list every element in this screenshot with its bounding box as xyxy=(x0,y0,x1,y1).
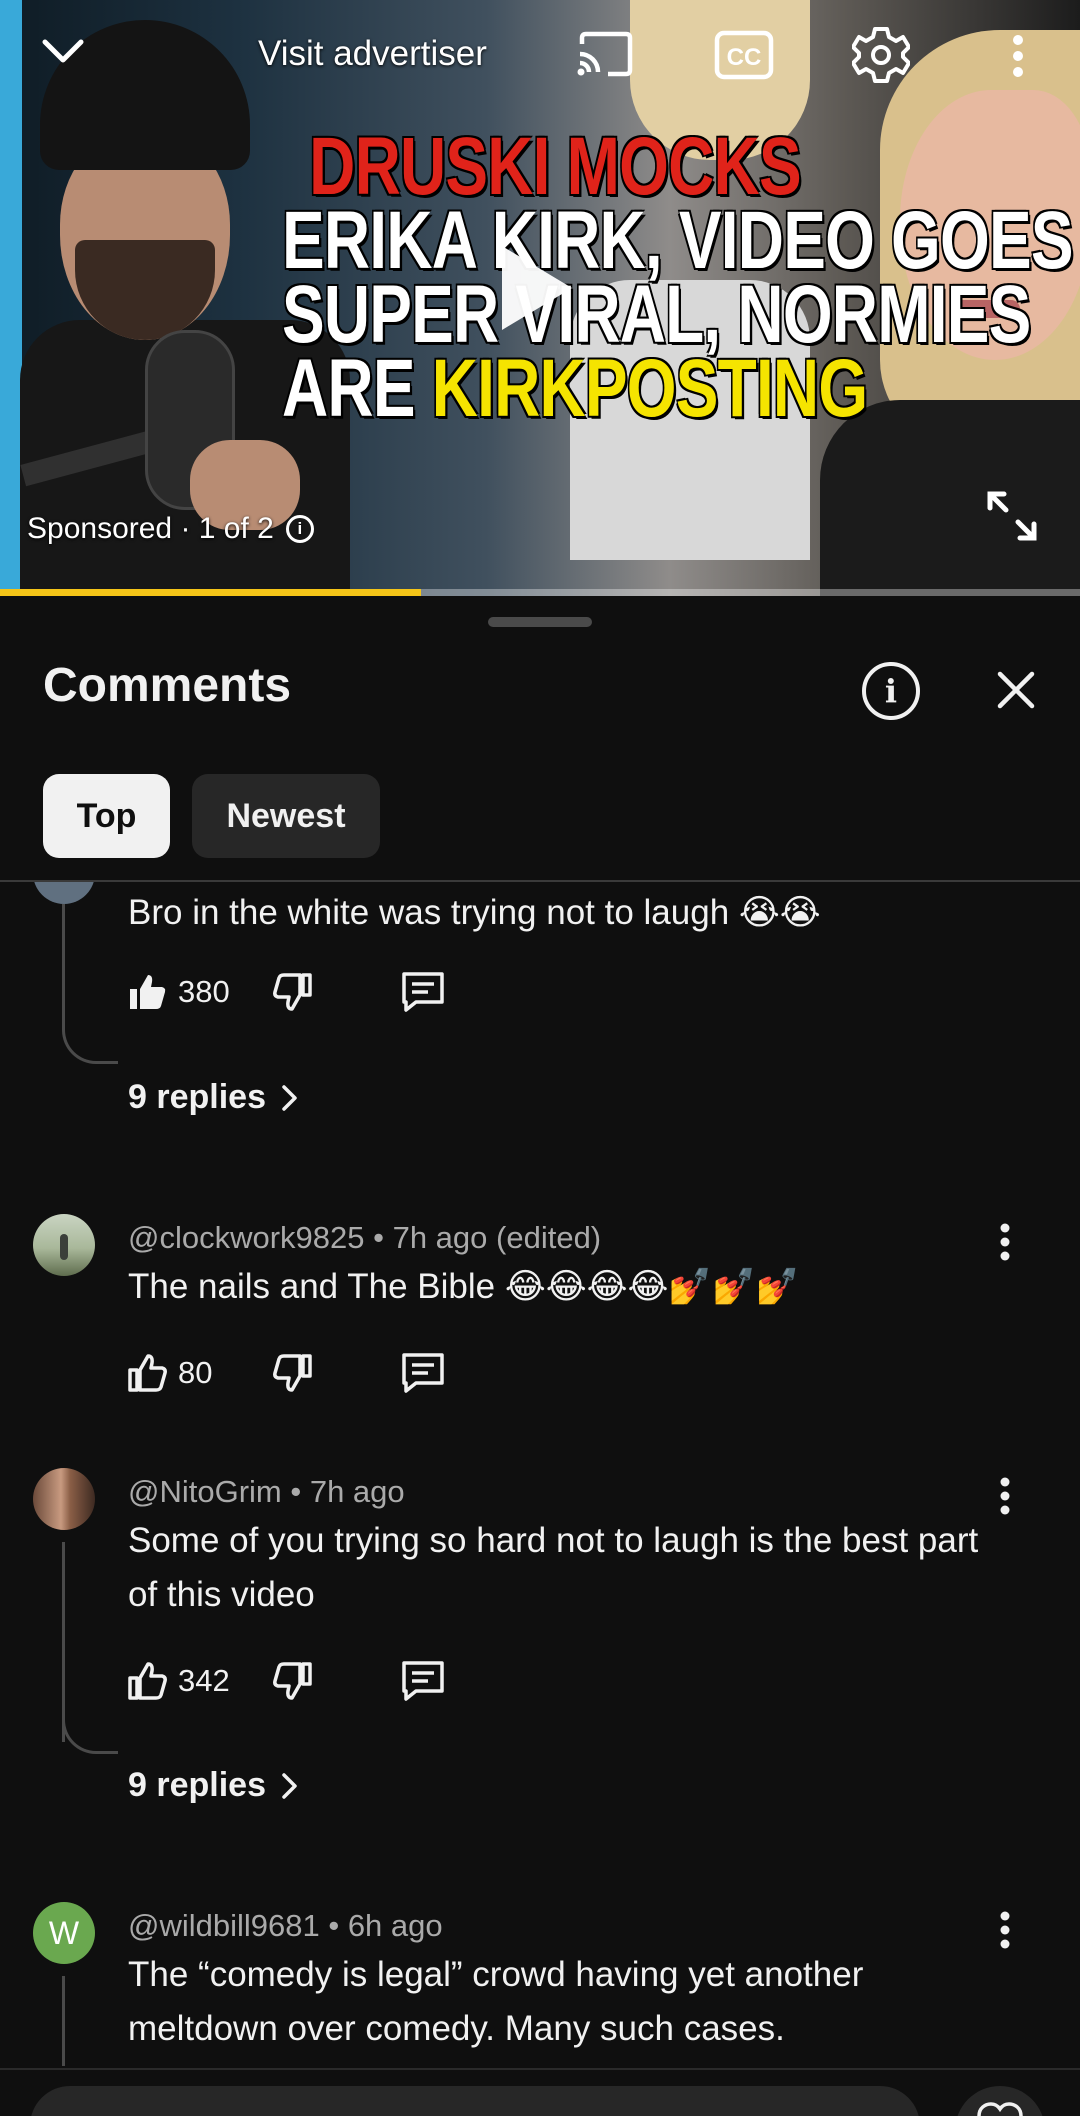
thumbs-up-icon xyxy=(128,1662,167,1700)
comment-actions: 342 xyxy=(126,1656,446,1706)
reply-button[interactable] xyxy=(400,970,446,1014)
like-button[interactable]: 342 xyxy=(126,1660,272,1702)
comment-meta: @wildbill9681 • 6h ago xyxy=(128,1908,443,1943)
headline-highlight: KIRKPOSTING xyxy=(431,343,868,434)
view-replies-button[interactable]: 9 replies xyxy=(128,1766,300,1805)
like-button[interactable]: 80 xyxy=(126,1352,272,1394)
comment-more-icon[interactable] xyxy=(998,1910,1034,1960)
dislike-button[interactable] xyxy=(272,971,400,1013)
chevron-down-icon[interactable] xyxy=(38,26,88,76)
drag-handle[interactable] xyxy=(488,617,592,627)
dislike-button[interactable] xyxy=(272,1352,400,1394)
thumbs-up-filled-icon xyxy=(130,975,166,1009)
ad-info-icon[interactable]: i xyxy=(285,515,314,543)
comment-text: Some of you trying so hard not to laugh … xyxy=(128,1521,979,1614)
headline-line-1: DRUSKI MOCKS xyxy=(309,121,801,212)
headline-line-4-prefix: ARE xyxy=(282,343,432,434)
comment-meta: @NitoGrim • 7h ago xyxy=(128,1474,405,1509)
avatar[interactable] xyxy=(33,1468,95,1530)
headline-line-4: ARE KIRKPOSTING xyxy=(282,348,868,430)
play-icon[interactable] xyxy=(502,246,572,330)
video-progress-bar[interactable] xyxy=(0,589,1080,596)
comment-text: The nails and The Bible 😂😂😂😂💅💅💅 xyxy=(128,1267,800,1306)
comment-text: Bro in the white was trying not to laugh… xyxy=(128,893,821,932)
cast-icon[interactable] xyxy=(572,28,636,80)
reply-icon xyxy=(402,1353,444,1393)
comment-more-icon[interactable] xyxy=(998,1222,1034,1272)
tab-newest[interactable]: Newest xyxy=(192,774,380,858)
fullscreen-icon[interactable] xyxy=(984,488,1040,544)
info-icon[interactable]: i xyxy=(862,662,920,720)
replies-count: 9 replies xyxy=(128,1078,266,1116)
thumbs-down-icon xyxy=(273,1354,312,1392)
comment-text: The “comedy is legal” crowd having yet a… xyxy=(128,1955,864,2048)
reply-icon xyxy=(402,972,444,1012)
add-comment-input[interactable] xyxy=(30,2086,920,2116)
chevron-right-icon xyxy=(282,1084,297,1111)
divider xyxy=(0,2068,1080,2070)
gear-icon[interactable] xyxy=(850,24,912,86)
like-count: 380 xyxy=(178,974,230,1009)
sponsored-text: Sponsored · 1 of 2 xyxy=(27,512,274,545)
comments-list[interactable]: Bro in the white was trying not to laugh… xyxy=(0,882,1080,2066)
thumbs-up-icon xyxy=(128,1354,167,1392)
like-button[interactable]: 380 xyxy=(126,971,272,1013)
avatar[interactable] xyxy=(33,882,95,904)
close-icon[interactable] xyxy=(990,664,1042,716)
thumbs-down-icon xyxy=(273,973,312,1011)
thread-connector xyxy=(62,1712,118,1754)
replies-count: 9 replies xyxy=(128,1766,266,1804)
thumbs-down-icon xyxy=(273,1662,312,1700)
avatar[interactable] xyxy=(33,1214,95,1276)
reply-icon xyxy=(402,1661,444,1701)
avatar[interactable]: W xyxy=(33,1902,95,1964)
thread-connector xyxy=(62,982,118,1064)
more-vert-icon[interactable] xyxy=(998,28,1038,84)
comment-actions: 80 xyxy=(126,1348,446,1398)
video-player[interactable]: DRUSKI MOCKS ERIKA KIRK, VIDEO GOES SUPE… xyxy=(0,0,1080,596)
comment-actions: 380 xyxy=(126,967,446,1017)
video-progress-fill xyxy=(0,589,422,596)
reply-button[interactable] xyxy=(400,1351,446,1395)
chevron-right-icon xyxy=(282,1772,297,1799)
thread-line xyxy=(62,1976,65,2066)
svg-text:CC: CC xyxy=(727,44,762,71)
visit-advertiser-link[interactable]: Visit advertiser xyxy=(258,34,487,74)
view-replies-button[interactable]: 9 replies xyxy=(128,1078,300,1117)
sponsored-label: Sponsored · 1 of 2 i xyxy=(27,512,314,546)
tab-top[interactable]: Top xyxy=(43,774,170,858)
reply-button[interactable] xyxy=(400,1659,446,1703)
comment-meta: @clockwork9825 • 7h ago (edited) xyxy=(128,1220,602,1255)
heart-icon xyxy=(977,2102,1023,2116)
comments-panel: Comments i Top Newest Bro in the white w… xyxy=(0,596,1080,2116)
dislike-button[interactable] xyxy=(272,1660,400,1702)
thumbnail-accent xyxy=(0,0,22,596)
like-count: 80 xyxy=(178,1355,213,1390)
emoji-button[interactable] xyxy=(955,2086,1045,2116)
like-count: 342 xyxy=(178,1663,230,1698)
closed-captions-icon[interactable]: CC xyxy=(712,28,776,82)
comment-more-icon[interactable] xyxy=(998,1476,1034,1526)
panel-title: Comments xyxy=(43,659,292,712)
